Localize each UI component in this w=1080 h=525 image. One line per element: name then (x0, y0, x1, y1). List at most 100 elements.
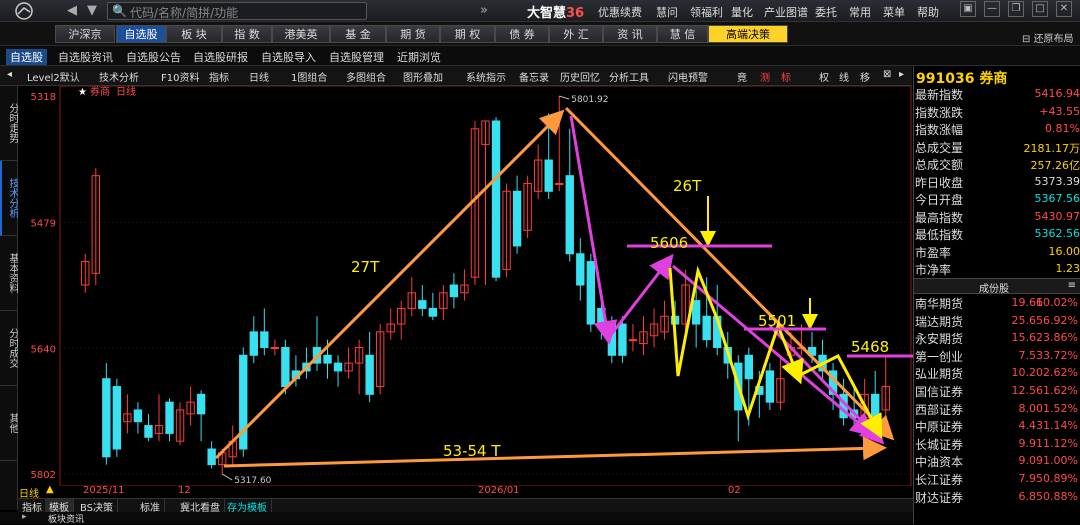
quote-value: +43.55 (1039, 104, 1080, 118)
candle-body (702, 315, 711, 341)
constituent-pct: 1.52% (1043, 401, 1078, 415)
window-icon[interactable]: ▣ (960, 1, 976, 17)
market-tab-7[interactable]: 期 权 (440, 25, 495, 43)
market-tab-4[interactable]: 港美英 (272, 25, 330, 43)
search-input[interactable]: 🔍 代码/名称/简拼/功能 (107, 2, 367, 20)
quote-label: 今日开盘 (915, 193, 964, 207)
title-bar: ◀ ▼ 🔍 代码/名称/简拼/功能 » 大智慧36 ▣ — ❐ □ ✕ 优惠续费… (0, 0, 1080, 22)
constituent-row[interactable]: 财达证券 6.85 0.88% (914, 489, 1080, 506)
market-tab-0[interactable]: 沪深京 (55, 25, 115, 43)
period-arrow-icon[interactable]: ▲ (46, 484, 54, 495)
constituent-row[interactable]: 长江证券 7.95 0.89% (914, 471, 1080, 488)
menu-toggle-icon[interactable]: ◂ (4, 69, 15, 80)
quote-value: 1.23 (1055, 262, 1080, 275)
constituent-row[interactable]: 弘业期货 10.20 2.62% (914, 365, 1080, 382)
constituent-row[interactable]: 南华期货 19.66 10.02% (914, 295, 1080, 312)
toolbar-item-12[interactable]: 闪电预警 (665, 69, 711, 84)
toolbar-item-10[interactable]: 历史回忆 (557, 69, 603, 84)
candle-body (260, 331, 269, 348)
candle-body (544, 159, 553, 192)
more-icon[interactable]: » (474, 2, 494, 20)
close-button[interactable]: ✕ (1056, 1, 1072, 17)
toolbar-item-6[interactable]: 多图组合 (343, 69, 389, 84)
back-icon[interactable]: ◀ (62, 2, 82, 20)
constituent-price: 25.65 (1011, 313, 1044, 327)
sub-tab-1[interactable]: 自选股资讯 (58, 49, 113, 65)
constituent-row[interactable]: 国信证券 12.56 1.62% (914, 383, 1080, 400)
sub-tab-6[interactable]: 近期浏览 (397, 49, 441, 65)
constituent-row[interactable]: 长城证券 9.91 1.12% (914, 436, 1080, 453)
toolbar-item-1[interactable]: 技术分析 (96, 69, 142, 84)
sub-tab-0[interactable]: 自选股 (6, 49, 47, 65)
constituent-row[interactable]: 西部证券 8.00 1.52% (914, 401, 1080, 418)
constituent-row[interactable]: 中原证券 4.43 1.14% (914, 418, 1080, 435)
market-tab-6[interactable]: 期 货 (386, 25, 440, 43)
restore-layout-button[interactable]: ⊟ 还原布局 (1022, 30, 1074, 45)
market-tab-2[interactable]: 板 块 (166, 25, 222, 43)
market-tab-8[interactable]: 债 券 (495, 25, 549, 43)
menu-item-0[interactable]: 优惠续费 (598, 4, 642, 20)
next-icon[interactable]: ▸ (896, 69, 907, 80)
quote-row: 最高指数 5430.97 (914, 209, 1080, 226)
market-tab-1[interactable]: 自选股 (116, 25, 166, 43)
settings-icon[interactable]: ⊠ (880, 69, 894, 80)
menu-item-6[interactable]: 常用 (849, 4, 871, 20)
market-tab-10[interactable]: 资 讯 (603, 25, 657, 43)
menu-item-8[interactable]: 帮助 (917, 4, 939, 20)
toolbar-item-16[interactable]: 权 (816, 69, 832, 84)
constituent-row[interactable]: 第一创业 7.53 3.72% (914, 348, 1080, 365)
toolbar-item-5[interactable]: 1图组合 (288, 69, 330, 84)
quote-row: 昨日收盘 5373.39 (914, 174, 1080, 191)
sidebar-tab-2[interactable]: 基本资料 (0, 236, 18, 311)
sidebar-tab-1[interactable]: 技术分析 (0, 161, 18, 236)
constituent-row[interactable]: 永安期货 15.62 3.86% (914, 330, 1080, 347)
toolbar-item-8[interactable]: 系统指示 (463, 69, 509, 84)
news-tab[interactable]: 板块资讯 (48, 512, 84, 525)
sidebar-tab-0[interactable]: 分时走势 (0, 86, 18, 161)
menu-item-5[interactable]: 委托 (815, 4, 837, 20)
menu-item-2[interactable]: 领福利 (690, 4, 723, 20)
chart-svg[interactable]: 5802 5640 5479 5318 券商 日线 ★ 5801.92 5317.60 27T 26… (18, 85, 978, 487)
market-tab-12[interactable]: 高端决策 (708, 25, 788, 43)
toolbar-item-18[interactable]: 移 (857, 69, 873, 84)
menu-item-3[interactable]: 量化 (731, 4, 753, 20)
kline-chart[interactable]: 5802 5640 5479 5318 券商 日线 ★ 5801.92 5317.60 27T 26… (18, 85, 978, 487)
market-tab-11[interactable]: 慧 信 (657, 25, 708, 43)
sub-tab-5[interactable]: 自选股管理 (329, 49, 384, 65)
toolbar-item-2[interactable]: F10资料 (158, 69, 202, 84)
toolbar-item-3[interactable]: 指标 (206, 69, 232, 84)
toolbar-item-7[interactable]: 图形叠加 (400, 69, 446, 84)
chart-toolbar: Level2默认 技术分析 F10资料 指标 日线 1图组合 多图组合 图形叠加 系统指示 备忘录… (0, 66, 912, 86)
quote-value: 5362.56 (1034, 227, 1080, 240)
sub-tab-2[interactable]: 自选股公告 (126, 49, 181, 65)
menu-item-7[interactable]: 菜单 (883, 4, 905, 20)
toolbar-item-4[interactable]: 日线 (246, 69, 272, 84)
sub-tab-4[interactable]: 自选股导入 (261, 49, 316, 65)
toolbar-item-17[interactable]: 线 (836, 69, 852, 84)
filter-icon[interactable]: ≡ (1068, 280, 1076, 291)
market-tab-9[interactable]: 外 汇 (549, 25, 603, 43)
y-tick-label: 5640 (31, 344, 56, 355)
menu-item-1[interactable]: 慧问 (656, 4, 678, 20)
toolbar-item-15[interactable]: 标 (778, 69, 794, 84)
sidebar-tab-4[interactable]: 其他 (0, 386, 18, 461)
toolbar-item-14[interactable]: 测 (757, 69, 773, 84)
restore-button[interactable]: ❐ (1008, 1, 1024, 17)
toolbar-item-11[interactable]: 分析工具 (606, 69, 652, 84)
constituent-row[interactable]: 中油资本 9.09 1.00% (914, 453, 1080, 470)
market-tab-5[interactable]: 基 金 (330, 25, 386, 43)
sub-tab-3[interactable]: 自选股研报 (193, 49, 248, 65)
maximize-button[interactable]: □ (1032, 1, 1048, 17)
market-tab-3[interactable]: 指 数 (222, 25, 272, 43)
toolbar-item-0[interactable]: Level2默认 (24, 69, 83, 84)
expand-icon[interactable]: ▸ (22, 512, 27, 522)
forward-icon[interactable]: ▼ (82, 2, 102, 20)
menu-item-4[interactable]: 产业图谱 (764, 4, 808, 20)
minimize-button[interactable]: — (984, 1, 1000, 17)
constituent-row[interactable]: 瑞达期货 25.65 6.92% (914, 313, 1080, 330)
constituent-pct: 0.88% (1043, 489, 1078, 503)
toolbar-item-9[interactable]: 备忘录 (516, 69, 552, 84)
toolbar-item-13[interactable]: 竟 (734, 69, 750, 84)
sidebar-tab-3[interactable]: 分时成交 (0, 311, 18, 386)
quote-value: 5367.56 (1034, 192, 1080, 205)
